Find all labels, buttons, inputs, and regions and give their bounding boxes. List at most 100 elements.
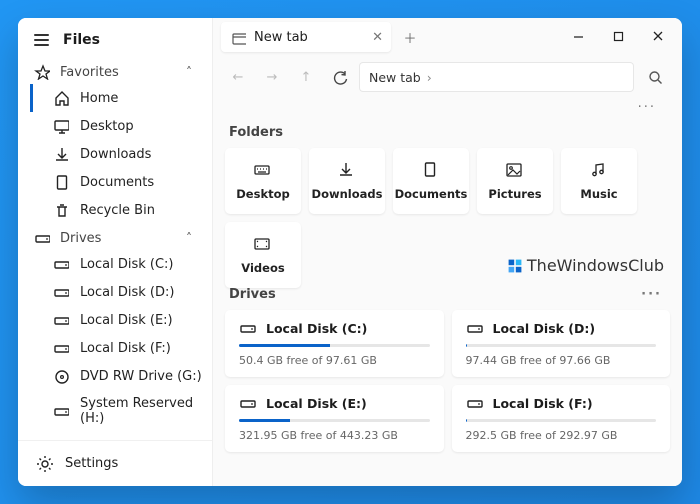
settings-label: Settings [65, 456, 118, 471]
sidebar-section-favorites[interactable]: Favorites ˄ [18, 58, 212, 84]
sidebar-item[interactable]: Local Disk (F:) [30, 334, 212, 362]
sidebar-item-label: Desktop [80, 119, 134, 134]
sidebar-item[interactable]: Documents [30, 168, 212, 196]
star-icon [34, 64, 50, 80]
drive-stat: 97.44 GB free of 97.66 GB [466, 354, 657, 367]
drive-name: Local Disk (D:) [493, 321, 596, 336]
tab-icon [231, 30, 246, 45]
drive-name: Local Disk (F:) [493, 396, 593, 411]
folder-label: Desktop [236, 187, 289, 201]
tab[interactable]: New tab ✕ [221, 22, 391, 52]
sidebar-item-label: Home [80, 91, 118, 106]
disc-icon [53, 368, 69, 384]
drive-icon [53, 256, 69, 272]
favorites-label: Favorites [60, 65, 119, 80]
sidebar-item[interactable]: Local Disk (C:) [30, 250, 212, 278]
drive-icon [239, 320, 256, 337]
app-window: Files Favorites ˄ Home Desktop Downloads… [18, 18, 682, 486]
sidebar-item[interactable]: DVD RW Drive (G:) [30, 362, 212, 390]
folder-card[interactable]: Music [561, 148, 637, 214]
content-area: Folders Desktop Downloads Documents Pict… [213, 119, 682, 486]
sidebar-item[interactable]: Desktop [30, 112, 212, 140]
sidebar: Files Favorites ˄ Home Desktop Downloads… [18, 18, 213, 486]
drives-more-icon[interactable]: ··· [641, 287, 666, 302]
drive-icon [466, 395, 483, 412]
sidebar-item[interactable]: Local Disk (D:) [30, 278, 212, 306]
folder-card[interactable]: Desktop [225, 148, 301, 214]
home-icon [53, 90, 69, 106]
download-icon [337, 161, 357, 181]
toolbar: ← → ↑ New tab › [213, 52, 682, 100]
up-button[interactable]: ↑ [291, 63, 321, 91]
drive-stat: 292.5 GB free of 292.97 GB [466, 429, 657, 442]
new-tab-button[interactable]: ＋ [397, 24, 423, 50]
folder-card[interactable]: Videos [225, 222, 301, 288]
trash-icon [53, 202, 69, 218]
drive-card[interactable]: Local Disk (F:) 292.5 GB free of 292.97 … [452, 385, 671, 452]
drive-stat: 50.4 GB free of 97.61 GB [239, 354, 430, 367]
sidebar-item[interactable]: Recycle Bin [30, 196, 212, 224]
folder-label: Downloads [312, 187, 383, 201]
folder-label: Pictures [488, 187, 541, 201]
sidebar-item-label: Documents [80, 175, 154, 190]
folders-header: Folders [225, 119, 670, 148]
main-area: New tab ✕ ＋ ← → ↑ New tab › ··· Folders … [213, 18, 682, 486]
chevron-up-icon: ˄ [186, 231, 192, 245]
breadcrumb-path: New tab [369, 70, 421, 85]
sidebar-item[interactable]: Home [30, 84, 212, 112]
drive-icon [53, 312, 69, 328]
chevron-up-icon: ˄ [186, 65, 192, 79]
close-tab-icon[interactable]: ✕ [372, 30, 383, 45]
sidebar-item[interactable]: System Reserved (H:) [30, 390, 212, 432]
drive-icon [466, 320, 483, 337]
sidebar-item-label: Recycle Bin [80, 203, 155, 218]
search-button[interactable] [638, 62, 672, 92]
sidebar-item[interactable]: Local Disk (E:) [30, 306, 212, 334]
desktop-icon [53, 118, 69, 134]
menu-icon[interactable] [34, 34, 49, 45]
drive-card[interactable]: Local Disk (E:) 321.95 GB free of 443.23… [225, 385, 444, 452]
folder-card[interactable]: Documents [393, 148, 469, 214]
drive-icon [53, 403, 69, 419]
breadcrumb[interactable]: New tab › [359, 62, 634, 92]
image-icon [505, 161, 525, 181]
sidebar-item-label: Local Disk (C:) [80, 257, 173, 272]
forward-button[interactable]: → [257, 63, 287, 91]
refresh-button[interactable] [325, 63, 355, 91]
drive-card[interactable]: Local Disk (C:) 50.4 GB free of 97.61 GB [225, 310, 444, 377]
drive-card[interactable]: Local Disk (D:) 97.44 GB free of 97.66 G… [452, 310, 671, 377]
usage-bar [239, 344, 430, 347]
sidebar-item-label: Downloads [80, 147, 151, 162]
drives-label: Drives [60, 231, 101, 246]
folder-card[interactable]: Pictures [477, 148, 553, 214]
sidebar-item-label: DVD RW Drive (G:) [80, 369, 202, 384]
folder-label: Videos [241, 261, 284, 275]
sidebar-section-drives[interactable]: Drives ˄ [18, 224, 212, 250]
tab-label: New tab [254, 30, 308, 45]
keyboard-icon [253, 161, 273, 181]
app-title: Files [63, 32, 100, 48]
more-options-icon[interactable]: ··· [638, 100, 670, 115]
chevron-right-icon: › [427, 70, 432, 85]
drive-icon [53, 284, 69, 300]
video-icon [253, 235, 273, 255]
drive-icon [34, 230, 50, 246]
settings-button[interactable]: Settings [18, 440, 212, 486]
document-icon [53, 174, 69, 190]
drive-icon [53, 340, 69, 356]
back-button[interactable]: ← [223, 63, 253, 91]
usage-bar [239, 419, 430, 422]
folder-card[interactable]: Downloads [309, 148, 385, 214]
drive-name: Local Disk (E:) [266, 396, 367, 411]
gear-icon [36, 455, 53, 472]
folder-label: Music [580, 187, 617, 201]
sidebar-item[interactable]: Downloads [30, 140, 212, 168]
sidebar-item-label: Local Disk (D:) [80, 285, 174, 300]
download-icon [53, 146, 69, 162]
usage-bar [466, 419, 657, 422]
sidebar-item-label: Local Disk (F:) [80, 341, 171, 356]
document-icon [421, 161, 441, 181]
drive-name: Local Disk (C:) [266, 321, 367, 336]
drive-icon [239, 395, 256, 412]
folder-label: Documents [395, 187, 468, 201]
